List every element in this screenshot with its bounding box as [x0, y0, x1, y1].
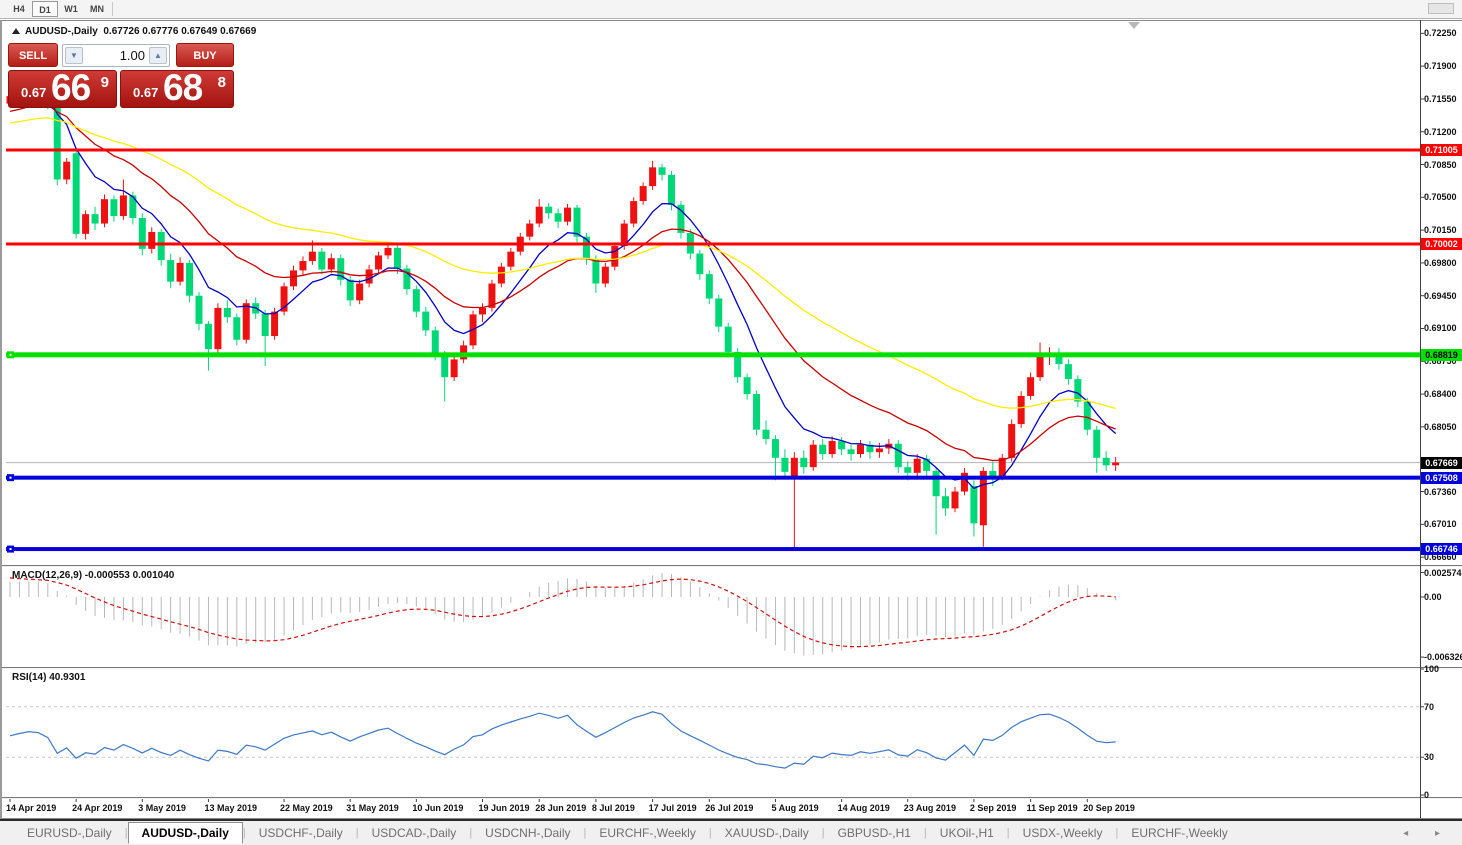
collapse-triangle-icon[interactable] [12, 28, 20, 34]
moving-average-lines [9, 92, 1117, 490]
chart-tab-xauusd-daily[interactable]: XAUUSD-,Daily [712, 823, 822, 843]
chart-tab-usdchf-daily[interactable]: USDCHF-,Daily [246, 823, 356, 843]
date-axis-label: 23 Aug 2019 [903, 803, 956, 813]
chart-tab-gbpusd-h1[interactable]: GBPUSD-,H1 [825, 823, 924, 843]
price-level-badge: 0.67508 [1421, 471, 1462, 484]
date-axis-label: 10 Jun 2019 [412, 803, 464, 813]
macd-scale-label: 0.00 [1424, 592, 1442, 602]
chart-tab-eurusd-daily[interactable]: EURUSD-,Daily [14, 823, 125, 843]
buy-price-big: 68 [163, 67, 203, 108]
price-level-badge: 0.66746 [1421, 543, 1462, 556]
chart-tab-ukoil-h1[interactable]: UKOil-,H1 [927, 823, 1007, 843]
chart-tab-usdx-weekly[interactable]: USDX-,Weekly [1010, 823, 1116, 843]
price-axis-label: 0.71200 [1424, 126, 1457, 137]
buy-button[interactable]: BUY [176, 43, 234, 67]
price-level-badge: 0.67669 [1421, 456, 1462, 469]
rsi-scale-label: 70 [1424, 701, 1435, 712]
volume-field[interactable]: ▼ 1.00 ▲ [62, 44, 170, 67]
one-click-trading-panel: SELL ▼ 1.00 ▲ BUY 0.67 66 9 0.67 68 8 [8, 42, 234, 108]
price-chart[interactable] [0, 0, 1462, 845]
price-axis-label: 0.67360 [1424, 486, 1457, 497]
date-axis-label: 5 Aug 2019 [771, 803, 819, 813]
price-axis-label: 0.68400 [1424, 389, 1457, 400]
date-axis-label: 14 Apr 2019 [6, 803, 57, 813]
rsi-plot [6, 706, 1420, 769]
rsi-scale-label: 30 [1424, 752, 1435, 763]
price-axis-label: 0.70150 [1424, 225, 1457, 236]
sell-button[interactable]: SELL [8, 43, 58, 67]
chart-tab-usdcnh-daily[interactable]: USDCNH-,Daily [472, 823, 583, 843]
autoscroll-marker-icon[interactable] [1128, 22, 1140, 29]
rsi-scale-label: 0 [1424, 790, 1430, 800]
sell-price-big: 66 [51, 67, 91, 108]
chart-tab-audusd-daily[interactable]: AUDUSD-,Daily [127, 822, 243, 844]
price-axis-label: 0.68050 [1424, 421, 1457, 432]
sell-price-button[interactable]: 0.67 66 9 [8, 67, 117, 108]
volume-value[interactable]: 1.00 [120, 48, 145, 63]
buy-price-prefix: 0.67 [133, 85, 159, 100]
macd-scale-label: -0.006326 [1424, 652, 1462, 663]
date-axis-label: 31 May 2019 [346, 803, 399, 813]
date-axis-label: 17 Jul 2019 [648, 803, 697, 813]
chart-symbol-header: AUDUSD-,Daily 0.67726 0.67776 0.67649 0.… [12, 26, 256, 37]
price-level-badge: 0.68819 [1421, 348, 1462, 361]
price-axis-label: 0.71900 [1424, 61, 1457, 72]
date-axis-label: 22 May 2019 [280, 803, 333, 813]
volume-increase-button[interactable]: ▲ [149, 47, 167, 64]
date-axis-label: 20 Sep 2019 [1083, 803, 1135, 813]
date-axis-label: 14 Aug 2019 [837, 803, 890, 813]
price-axis-label: 0.72250 [1424, 28, 1457, 39]
price-level-badge: 0.70002 [1421, 237, 1462, 250]
price-axis-label: 0.69450 [1424, 290, 1457, 301]
rsi-indicator-label: RSI(14) 40.9301 [12, 672, 86, 683]
date-axis-label: 11 Sep 2019 [1026, 803, 1078, 813]
price-axis-label: 0.67010 [1424, 519, 1457, 530]
price-axis-label: 0.69800 [1424, 257, 1457, 268]
date-axis-label: 8 Jul 2019 [591, 803, 635, 813]
date-axis-label: 2 Sep 2019 [969, 803, 1017, 813]
chart-tab-eurchf-weekly[interactable]: EURCHF-,Weekly [586, 823, 708, 843]
macd-scale-label: 0.002574 [1424, 567, 1462, 578]
rsi-scale-label: 100 [1424, 664, 1440, 674]
buy-price-button[interactable]: 0.67 68 8 [120, 67, 234, 108]
date-axis-label: 19 Jun 2019 [478, 803, 530, 813]
mt4-window: H4 D1 W1 MN AUDUSD-,Daily 0.67726 0.67776 0… [0, 0, 1462, 845]
macd-plot [9, 573, 1117, 656]
sell-price-prefix: 0.67 [21, 85, 47, 100]
symbol-ohlc-values: 0.67726 0.67776 0.67649 0.67669 [103, 26, 257, 37]
date-axis-label: 13 May 2019 [204, 803, 257, 813]
macd-indicator-label: MACD(12,26,9) -0.000553 0.001040 [12, 570, 175, 581]
tab-scroll-arrows[interactable]: ◂ ▸ [1403, 828, 1452, 839]
price-axis-label: 0.70500 [1424, 192, 1457, 203]
date-axis-label: 3 May 2019 [138, 803, 186, 813]
buy-price-sup: 8 [217, 74, 226, 91]
price-axis-label: 0.70850 [1424, 159, 1457, 170]
price-axis-label: 0.71550 [1424, 93, 1457, 104]
price-level-badge: 0.71005 [1421, 144, 1462, 156]
price-axis-label: 0.69100 [1424, 323, 1457, 334]
date-axis-label: 26 Jul 2019 [705, 803, 754, 813]
date-axis-label: 24 Apr 2019 [72, 803, 123, 813]
chart-tab-eurchf-weekly[interactable]: EURCHF-,Weekly [1118, 823, 1240, 843]
chart-tab-usdcad-daily[interactable]: USDCAD-,Daily [359, 823, 470, 843]
chart-tab-bar: EURUSD-,Daily | AUDUSD-,Daily | USDCHF-,Dail… [0, 819, 1462, 845]
symbol-title: AUDUSD-,Daily [25, 26, 98, 37]
sell-price-sup: 9 [100, 74, 109, 91]
date-axis-label: 28 Jun 2019 [535, 803, 587, 813]
volume-decrease-button[interactable]: ▼ [65, 47, 83, 64]
